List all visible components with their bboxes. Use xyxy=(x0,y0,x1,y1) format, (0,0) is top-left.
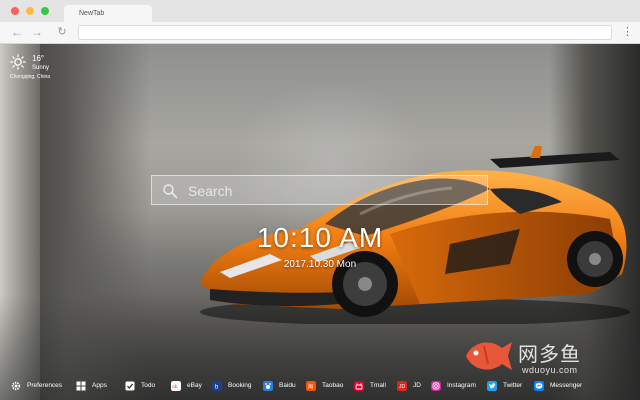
instagram-icon xyxy=(431,381,441,391)
svg-text:JD: JD xyxy=(399,384,406,390)
shortcut-label: Preferences xyxy=(27,382,63,389)
clock-time: 10:10 AM xyxy=(256,222,384,253)
forward-arrow-icon[interactable]: → xyxy=(30,25,44,39)
browser-toolbar: ← → ↻ ⋮ xyxy=(0,22,640,44)
baidu-icon xyxy=(263,381,273,391)
weather-temperature: 16° xyxy=(32,54,45,63)
minimize-window-button[interactable] xyxy=(26,7,34,15)
sun-icon xyxy=(10,54,26,70)
search-input[interactable] xyxy=(188,180,478,202)
shortcut-label: eBay xyxy=(187,382,202,389)
shortcut-label: Baidu xyxy=(279,382,296,389)
shortcut-label: Tmall xyxy=(370,382,386,389)
twitter-icon xyxy=(487,381,497,391)
ebay-icon: e b xyxy=(171,381,181,391)
weather-condition: Sunny xyxy=(32,65,50,71)
fish-logo-icon xyxy=(466,342,512,370)
shortcut-label: JD xyxy=(413,382,421,389)
apps-grid-icon xyxy=(76,381,86,391)
shortcut-label: Taobao xyxy=(322,382,344,389)
close-window-button[interactable] xyxy=(11,7,19,15)
address-bar[interactable] xyxy=(78,25,612,40)
bottom-shortcut-bar: Preferences Apps Todo e b eBay b Booking… xyxy=(0,371,640,400)
watermark-chinese-text: 网多鱼 xyxy=(518,344,581,366)
jd-icon: JD xyxy=(397,381,407,391)
gear-icon xyxy=(11,381,21,391)
tab-title: NewTab xyxy=(79,10,105,17)
weather-widget[interactable]: 16° Sunny Chongqing, China xyxy=(10,54,70,86)
clock-date: 2017.10.30 Mon xyxy=(283,259,357,270)
messenger-icon xyxy=(534,381,544,391)
shortcut-label: Apps xyxy=(92,382,107,389)
booking-icon: b xyxy=(212,381,222,391)
search-icon[interactable] xyxy=(162,183,178,199)
browser-tab[interactable]: NewTab xyxy=(64,5,152,22)
shortcut-label: Booking xyxy=(228,382,252,389)
browser-menu-icon[interactable]: ⋮ xyxy=(622,25,633,40)
weather-location: Chongqing, China xyxy=(10,74,51,80)
shortcut-label: Twitter xyxy=(503,382,523,389)
taobao-icon: 淘 xyxy=(306,381,316,391)
checkbox-icon xyxy=(125,381,135,391)
maximize-window-button[interactable] xyxy=(41,7,49,15)
window-titlebar: NewTab xyxy=(0,0,640,22)
new-tab-page: 16° Sunny Chongqing, China 10:10 AM 2017… xyxy=(0,44,640,400)
shortcut-label: Messenger xyxy=(550,382,583,389)
tmall-icon xyxy=(354,381,364,391)
search-box[interactable] xyxy=(151,175,488,205)
shortcut-label: Instagram xyxy=(447,382,476,389)
back-arrow-icon[interactable]: ← xyxy=(10,25,24,39)
reload-icon[interactable]: ↻ xyxy=(55,25,69,39)
svg-text:淘: 淘 xyxy=(308,383,314,391)
shortcut-label: Todo xyxy=(141,382,156,389)
